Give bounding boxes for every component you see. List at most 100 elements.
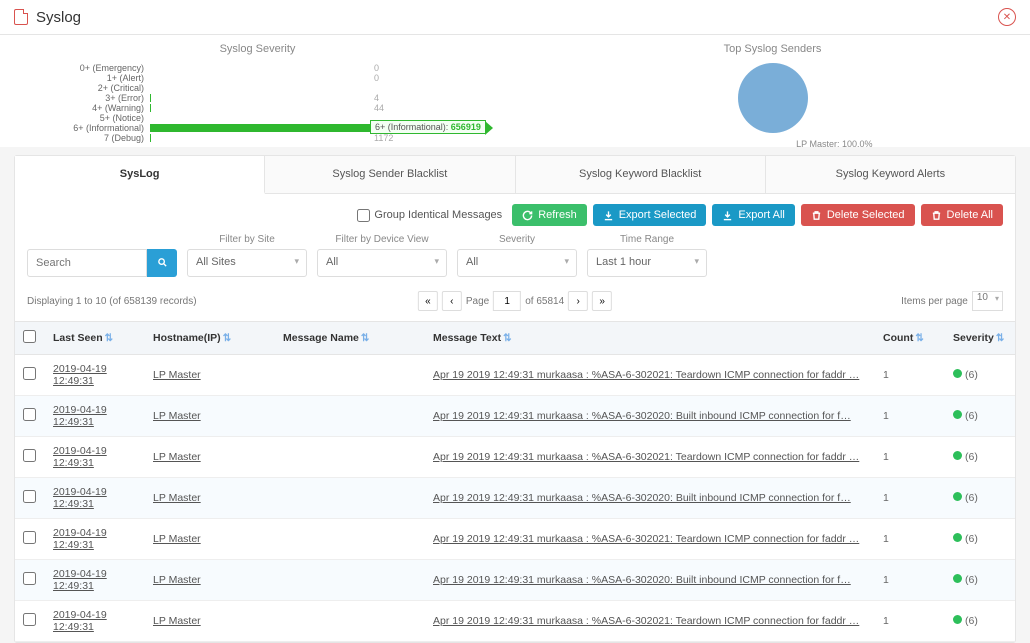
page-input[interactable] — [493, 291, 521, 311]
cell-hostname[interactable]: LP Master — [153, 492, 201, 504]
charts-row: Syslog Severity 0+ (Emergency)01+ (Alert… — [0, 35, 1030, 147]
delete-selected-button[interactable]: Delete Selected — [801, 204, 915, 226]
table-row: 2019-04-19 12:49:31 LP Master Apr 19 2019 … — [15, 601, 1015, 642]
cell-message-text[interactable]: Apr 19 2019 12:49:31 murkaasa : %ASA-6-3… — [433, 533, 859, 545]
tab-syslog-keyword-alerts[interactable]: Syslog Keyword Alerts — [766, 156, 1015, 193]
last-page-button[interactable]: » — [592, 291, 612, 311]
select-all-checkbox[interactable] — [23, 330, 36, 343]
cell-hostname[interactable]: LP Master — [153, 369, 201, 381]
hbar-category-label: 5+ (Notice) — [20, 113, 150, 123]
filter-site-label: Filter by Site — [187, 234, 307, 245]
col-message-text[interactable]: Message Text⇅ — [425, 322, 875, 355]
filter-site-select[interactable]: All Sites — [187, 249, 307, 277]
tab-syslog-keyword-blacklist[interactable]: Syslog Keyword Blacklist — [516, 156, 766, 193]
cell-last-seen[interactable]: 2019-04-19 12:49:31 — [53, 609, 107, 633]
severity-dot-icon — [953, 369, 962, 378]
row-select-checkbox[interactable] — [23, 367, 36, 380]
row-select-checkbox[interactable] — [23, 490, 36, 503]
action-toolbar: Group Identical Messages Refresh Export … — [15, 194, 1015, 234]
hbar-track — [150, 104, 370, 112]
sort-icon: ⇅ — [105, 333, 113, 344]
table-row: 2019-04-19 12:49:31 LP Master Apr 19 2019 … — [15, 519, 1015, 560]
cell-hostname[interactable]: LP Master — [153, 615, 201, 627]
row-select-checkbox[interactable] — [23, 572, 36, 585]
severity-dot-icon — [953, 410, 962, 419]
cell-message-text[interactable]: Apr 19 2019 12:49:31 murkaasa : %ASA-6-3… — [433, 410, 851, 422]
cell-count: 1 — [875, 437, 945, 478]
cell-count: 1 — [875, 601, 945, 642]
sort-icon: ⇅ — [503, 333, 511, 344]
sort-icon: ⇅ — [996, 333, 1004, 344]
cell-count: 1 — [875, 560, 945, 601]
cell-severity: (6) — [945, 601, 1015, 642]
first-page-button[interactable]: « — [418, 291, 438, 311]
chart-senders-title: Top Syslog Senders — [515, 43, 1030, 55]
refresh-button[interactable]: Refresh — [512, 204, 587, 226]
group-identical-label: Group Identical Messages — [374, 209, 502, 221]
hbar-callout: 6+ (Informational): 656919 — [370, 120, 486, 134]
close-button[interactable]: ✕ — [998, 8, 1016, 26]
items-per-page-select[interactable]: 10 — [972, 291, 1003, 311]
group-identical-checkbox[interactable] — [357, 209, 370, 222]
sort-icon: ⇅ — [223, 333, 231, 344]
pie-callout: LP Master: 100.0% — [796, 139, 872, 149]
syslog-table: Last Seen⇅ Hostname(IP)⇅ Message Name⇅ M… — [15, 321, 1015, 642]
search-button[interactable] — [147, 249, 177, 277]
cell-last-seen[interactable]: 2019-04-19 12:49:31 — [53, 527, 107, 551]
col-severity[interactable]: Severity⇅ — [945, 322, 1015, 355]
trash-icon — [931, 210, 942, 221]
col-count[interactable]: Count⇅ — [875, 322, 945, 355]
chart-severity: Syslog Severity 0+ (Emergency)01+ (Alert… — [0, 43, 515, 143]
cell-last-seen[interactable]: 2019-04-19 12:49:31 — [53, 486, 107, 510]
search-input[interactable] — [27, 249, 147, 277]
hbar-track — [150, 84, 370, 92]
row-select-checkbox[interactable] — [23, 449, 36, 462]
next-page-button[interactable]: › — [568, 291, 588, 311]
prev-page-button[interactable]: ‹ — [442, 291, 462, 311]
export-all-button[interactable]: Export All — [712, 204, 794, 226]
cell-last-seen[interactable]: 2019-04-19 12:49:31 — [53, 445, 107, 469]
col-message-name[interactable]: Message Name⇅ — [275, 322, 425, 355]
cell-message-name — [275, 519, 425, 560]
chart-severity-title: Syslog Severity — [0, 43, 515, 55]
cell-hostname[interactable]: LP Master — [153, 533, 201, 545]
cell-hostname[interactable]: LP Master — [153, 451, 201, 463]
filter-bar: Filter by Site All Sites Filter by Devic… — [15, 234, 1015, 287]
cell-last-seen[interactable]: 2019-04-19 12:49:31 — [53, 404, 107, 428]
delete-all-button[interactable]: Delete All — [921, 204, 1003, 226]
group-identical-checkbox-wrap[interactable]: Group Identical Messages — [357, 209, 502, 222]
hbar-category-label: 7 (Debug) — [20, 133, 150, 143]
severity-dot-icon — [953, 451, 962, 460]
severity-dot-icon — [953, 615, 962, 624]
cell-message-text[interactable]: Apr 19 2019 12:49:31 murkaasa : %ASA-6-3… — [433, 615, 859, 627]
cell-last-seen[interactable]: 2019-04-19 12:49:31 — [53, 568, 107, 592]
tab-syslog-sender-blacklist[interactable]: Syslog Sender Blacklist — [265, 156, 515, 193]
cell-last-seen[interactable]: 2019-04-19 12:49:31 — [53, 363, 107, 387]
cell-message-text[interactable]: Apr 19 2019 12:49:31 murkaasa : %ASA-6-3… — [433, 369, 859, 381]
refresh-icon — [522, 210, 533, 221]
tab-syslog[interactable]: SysLog — [15, 156, 265, 194]
row-select-checkbox[interactable] — [23, 408, 36, 421]
hbar-track — [150, 134, 370, 142]
sort-icon: ⇅ — [361, 333, 369, 344]
cell-message-name — [275, 601, 425, 642]
hbar-value-label: 1172 — [370, 133, 393, 143]
filter-time-label: Time Range — [587, 234, 707, 245]
cell-message-name — [275, 437, 425, 478]
filter-severity-select[interactable]: All — [457, 249, 577, 277]
cell-message-text[interactable]: Apr 19 2019 12:49:31 murkaasa : %ASA-6-3… — [433, 574, 851, 586]
hbar-track: 6+ (Informational): 656919 — [150, 124, 370, 132]
cell-message-text[interactable]: Apr 19 2019 12:49:31 murkaasa : %ASA-6-3… — [433, 451, 859, 463]
filter-device-select[interactable]: All — [317, 249, 447, 277]
cell-hostname[interactable]: LP Master — [153, 574, 201, 586]
col-last-seen[interactable]: Last Seen⇅ — [45, 322, 145, 355]
col-hostname[interactable]: Hostname(IP)⇅ — [145, 322, 275, 355]
cell-message-name — [275, 478, 425, 519]
export-selected-button[interactable]: Export Selected — [593, 204, 707, 226]
cell-severity: (6) — [945, 519, 1015, 560]
cell-count: 1 — [875, 519, 945, 560]
cell-message-text[interactable]: Apr 19 2019 12:49:31 murkaasa : %ASA-6-3… — [433, 492, 851, 504]
row-select-checkbox[interactable] — [23, 531, 36, 544]
cell-hostname[interactable]: LP Master — [153, 410, 201, 422]
filter-time-select[interactable]: Last 1 hour — [587, 249, 707, 277]
